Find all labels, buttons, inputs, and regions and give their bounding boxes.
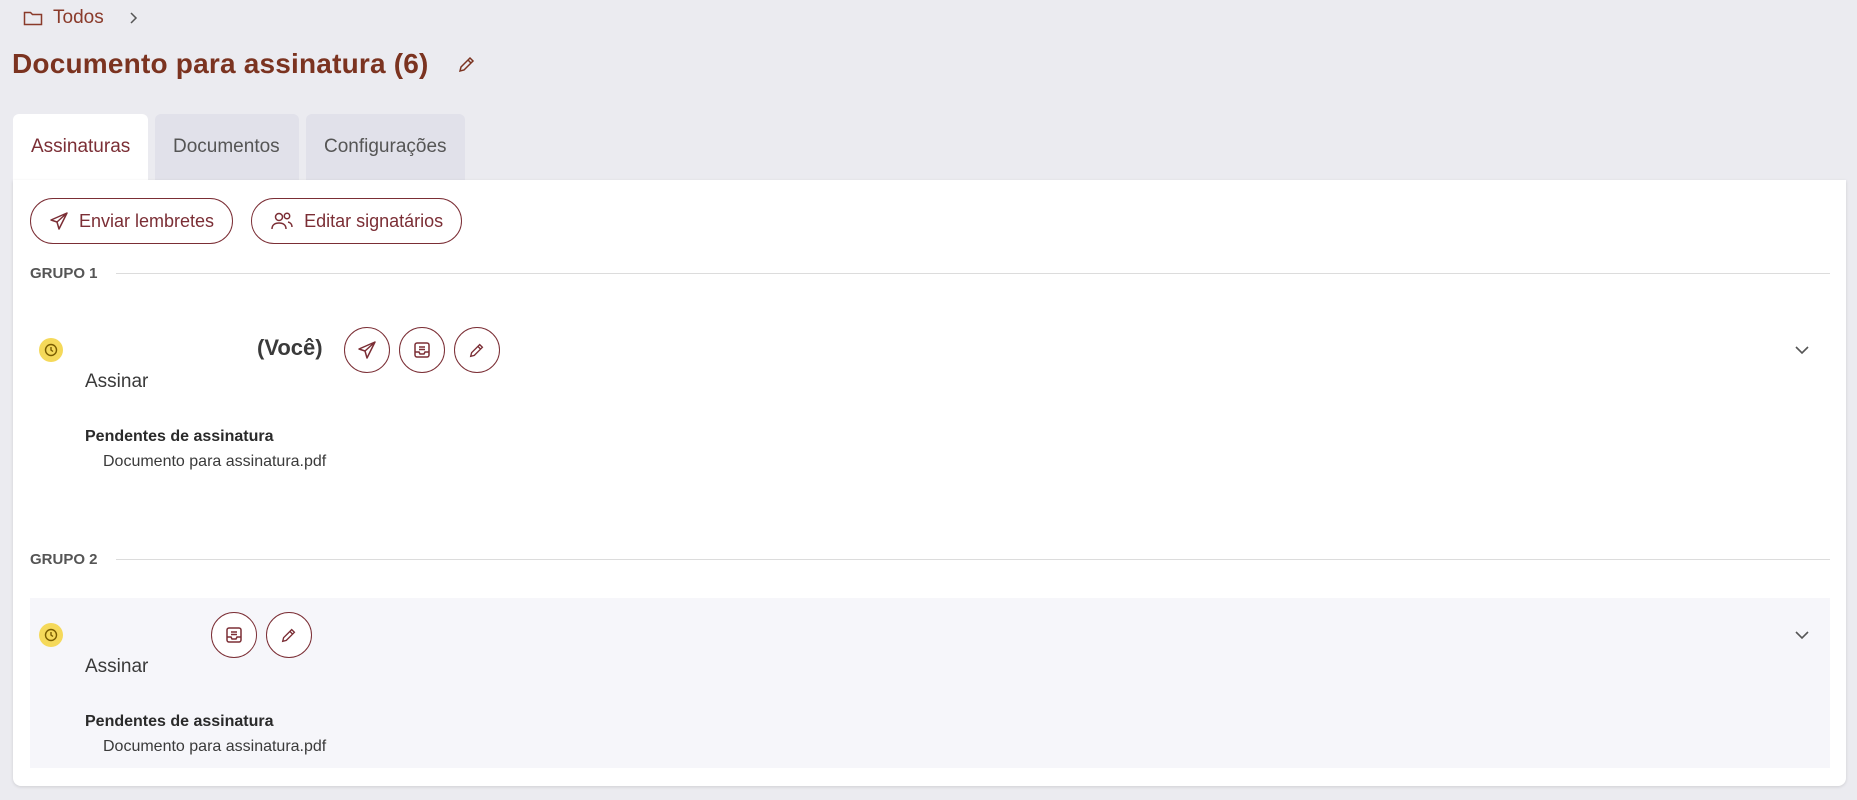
tab-bar: Assinaturas Documentos Configurações: [13, 114, 465, 180]
users-icon: [270, 211, 294, 231]
send-icon: [49, 211, 69, 231]
inbox-icon: [224, 625, 244, 645]
clock-icon: [39, 623, 63, 647]
signer-action: Assinar: [85, 656, 149, 677]
breadcrumb-item-todos[interactable]: Todos: [23, 7, 104, 29]
group-header: GRUPO 1: [30, 263, 1830, 283]
edit-signer-button[interactable]: [266, 612, 312, 658]
pending-title: Pendentes de assinatura: [85, 713, 274, 730]
group-label: GRUPO 1: [30, 264, 98, 282]
clock-icon: [39, 338, 63, 362]
group-header: GRUPO 2: [30, 549, 1830, 569]
signer-card: (Você) Assinar Pendentes de assinatura D…: [30, 302, 1830, 472]
folder-icon: [23, 9, 43, 27]
pending-title: Pendentes de assinatura: [85, 428, 274, 445]
signer-action: Assinar: [85, 371, 149, 392]
pencil-icon: [468, 341, 486, 359]
edit-signer-button[interactable]: [454, 327, 500, 373]
pending-document[interactable]: Documento para assinatura.pdf: [103, 453, 326, 471]
divider: [115, 272, 1830, 274]
edit-signers-button[interactable]: Editar signatários: [251, 198, 463, 244]
chevron-down-icon[interactable]: [1788, 621, 1816, 649]
breadcrumb: Todos: [23, 6, 138, 30]
tab-documentos[interactable]: Documentos: [155, 114, 299, 180]
pending-document[interactable]: Documento para assinatura.pdf: [103, 738, 326, 756]
inbox-button[interactable]: [399, 327, 445, 373]
tab-assinaturas[interactable]: Assinaturas: [13, 114, 148, 180]
page-title: Documento para assinatura (6): [12, 48, 429, 79]
page-header: Documento para assinatura (6): [12, 44, 477, 84]
group-label: GRUPO 2: [30, 550, 98, 568]
pencil-icon[interactable]: [457, 54, 477, 74]
breadcrumb-label: Todos: [53, 7, 104, 28]
pencil-icon: [280, 626, 298, 644]
send-reminders-button[interactable]: Enviar lembretes: [30, 198, 234, 244]
signer-card: Assinar Pendentes de assinatura Document…: [30, 598, 1830, 768]
chevron-right-icon: [128, 11, 138, 25]
tab-configuracoes[interactable]: Configurações: [306, 114, 465, 180]
edit-signers-label: Editar signatários: [304, 210, 444, 231]
send-reminder-button[interactable]: [344, 327, 390, 373]
inbox-button[interactable]: [211, 612, 257, 658]
divider: [115, 558, 1830, 560]
actions-bar: Enviar lembretes Editar signatários: [30, 198, 463, 244]
send-icon: [357, 340, 377, 360]
you-label: (Você): [257, 335, 323, 360]
chevron-down-icon[interactable]: [1788, 336, 1816, 364]
send-reminders-label: Enviar lembretes: [79, 210, 215, 231]
signatures-panel: Enviar lembretes Editar signatários GRUP…: [13, 180, 1846, 786]
inbox-icon: [412, 340, 432, 360]
